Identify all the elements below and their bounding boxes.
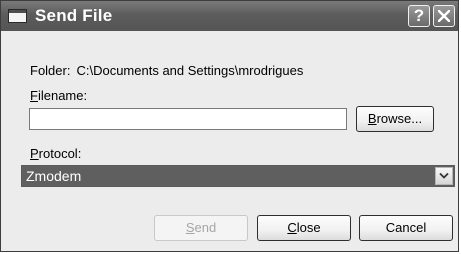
help-button[interactable]: ? xyxy=(408,5,430,27)
protocol-select[interactable]: Zmodem xyxy=(21,165,455,187)
close-window-button[interactable] xyxy=(433,5,455,27)
protocol-dropdown-button[interactable] xyxy=(435,167,453,185)
filename-label: Filename: xyxy=(30,88,88,103)
close-x-icon xyxy=(438,10,450,22)
window-title: Send File xyxy=(35,6,113,25)
send-button[interactable]: Send xyxy=(154,215,248,241)
close-button[interactable]: Close xyxy=(257,215,351,241)
title-bar[interactable]: Send File ? xyxy=(1,1,458,31)
window-icon xyxy=(8,9,27,23)
browse-button[interactable]: Browse... xyxy=(356,106,434,132)
folder-path: C:\Documents and Settings\mrodrigues xyxy=(76,63,304,78)
cancel-button[interactable]: Cancel xyxy=(359,215,453,241)
protocol-selected-value: Zmodem xyxy=(26,168,82,184)
folder-label: Folder: xyxy=(30,63,71,78)
chevron-down-icon xyxy=(439,172,449,179)
folder-line: Folder: C:\Documents and Settings\mrodrig… xyxy=(30,63,303,78)
filename-input[interactable] xyxy=(29,108,347,130)
protocol-label: Protocol: xyxy=(30,146,82,161)
send-file-dialog: Send File ? Folder: C:\Documents and Sett… xyxy=(0,0,459,252)
